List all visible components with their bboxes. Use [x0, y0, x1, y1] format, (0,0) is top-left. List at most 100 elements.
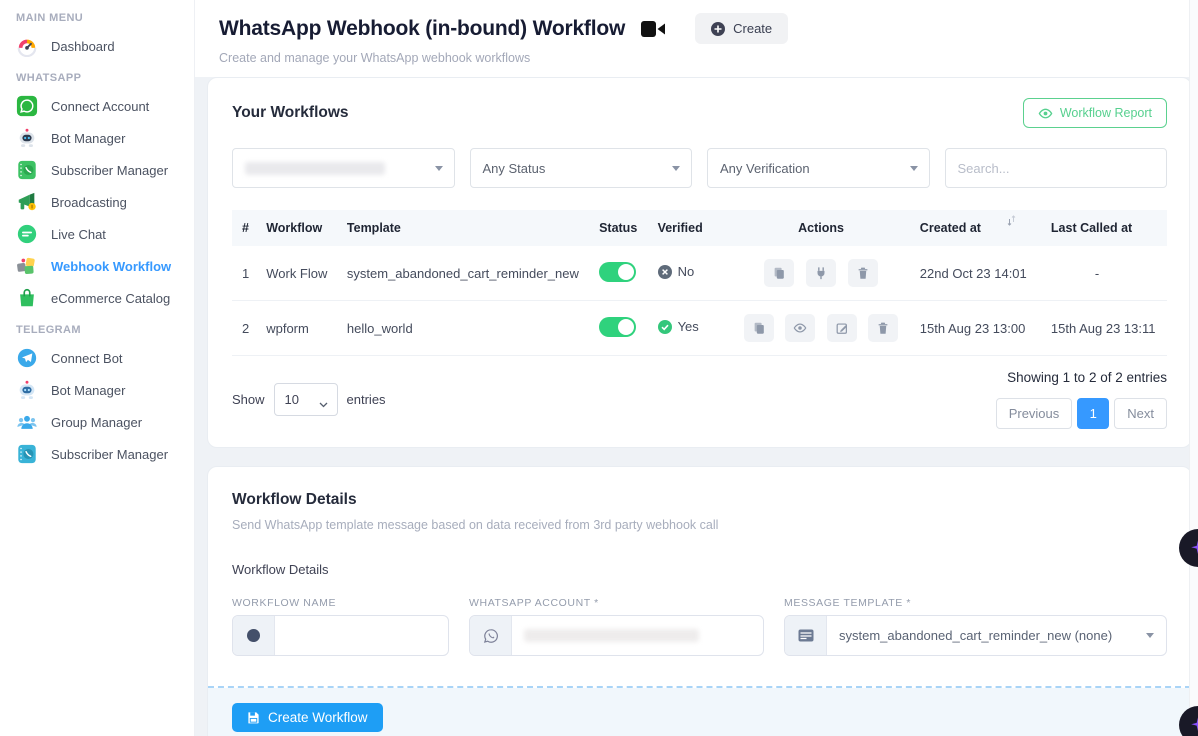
whatsapp-account-select[interactable]: [469, 615, 764, 656]
sidebar-item-bot-manager-tg[interactable]: Bot Manager: [0, 374, 194, 406]
entries-summary: Showing 1 to 2 of 2 entries: [1007, 370, 1167, 385]
create-workflow-button[interactable]: Create Workflow: [232, 703, 383, 732]
verified-text: Yes: [678, 319, 699, 334]
sidebar-item-label: eCommerce Catalog: [51, 291, 170, 306]
message-template-select[interactable]: system_abandoned_cart_reminder_new (none…: [784, 615, 1167, 656]
dashboard-icon: [16, 35, 38, 57]
status-toggle[interactable]: [599, 317, 636, 337]
account-filter-select[interactable]: [232, 148, 455, 188]
delete-action-button[interactable]: [868, 314, 898, 342]
sidebar-item-dashboard[interactable]: Dashboard: [0, 30, 194, 62]
copy-action-button[interactable]: [744, 314, 774, 342]
telegram-icon: [16, 347, 38, 369]
contact-book-icon: [16, 159, 38, 181]
col-header-num: #: [232, 210, 258, 246]
plus-circle-icon: [711, 22, 725, 36]
previous-page-button[interactable]: Previous: [996, 398, 1073, 429]
create-button[interactable]: Create: [695, 13, 788, 44]
copy-action-button[interactable]: [764, 259, 794, 287]
sidebar-section-telegram: TELEGRAM: [0, 314, 194, 342]
sidebar-item-bot-manager-wa[interactable]: Bot Manager: [0, 122, 194, 154]
sort-icon[interactable]: [1007, 215, 1016, 229]
whatsapp-account-label: WHATSAPP ACCOUNT *: [469, 597, 764, 609]
verified-text: No: [678, 264, 695, 279]
col-header-verified: Verified: [650, 210, 731, 246]
search-input[interactable]: [946, 149, 1167, 187]
megaphone-icon: [16, 191, 38, 213]
your-workflows-card: Your Workflows Workflow Report Any Statu…: [207, 77, 1192, 448]
sidebar-item-subscriber-manager-wa[interactable]: Subscriber Manager: [0, 154, 194, 186]
row-workflow-name: wpform: [258, 301, 339, 356]
video-tutorial-icon[interactable]: [641, 19, 667, 39]
sidebar-item-label: Webhook Workflow: [51, 259, 171, 274]
entries-label: entries: [347, 392, 386, 407]
page-title: WhatsApp Webhook (in-bound) Workflow: [219, 17, 625, 41]
sidebar-item-label: Broadcasting: [51, 195, 127, 210]
sidebar-item-label: Subscriber Manager: [51, 447, 168, 462]
sidebar-item-label: Connect Bot: [51, 351, 123, 366]
workflow-name-label: WORKFLOW NAME: [232, 597, 449, 609]
page-1-button[interactable]: 1: [1077, 398, 1109, 429]
edit-action-button[interactable]: [827, 314, 857, 342]
page-header: WhatsApp Webhook (in-bound) Workflow Cre…: [195, 0, 1198, 77]
chevron-down-icon: [319, 396, 328, 411]
col-header-template: Template: [339, 210, 591, 246]
delete-action-button[interactable]: [848, 259, 878, 287]
row-template: hello_world: [339, 301, 591, 356]
sidebar-item-ecommerce-catalog[interactable]: eCommerce Catalog: [0, 282, 194, 314]
plug-action-button[interactable]: [806, 259, 836, 287]
message-template-label: MESSAGE TEMPLATE *: [784, 597, 1167, 609]
robot-icon: [16, 379, 38, 401]
status-toggle[interactable]: [599, 262, 636, 282]
workflow-icon: [16, 255, 38, 277]
next-page-button[interactable]: Next: [1114, 398, 1167, 429]
redacted-account-value: [245, 162, 385, 175]
chevron-down-icon: [672, 166, 680, 171]
row-template: system_abandoned_cart_reminder_new: [339, 246, 591, 301]
verification-filter-value: Any Verification: [720, 161, 810, 176]
page-size-select[interactable]: 10: [274, 383, 338, 416]
sidebar-item-label: Connect Account: [51, 99, 149, 114]
chevron-down-icon: [1146, 633, 1154, 638]
sidebar-item-label: Bot Manager: [51, 383, 125, 398]
verification-filter-select[interactable]: Any Verification: [707, 148, 930, 188]
eye-icon: [1038, 106, 1053, 121]
sidebar-item-label: Group Manager: [51, 415, 142, 430]
sidebar-item-subscriber-manager-tg[interactable]: Subscriber Manager: [0, 438, 194, 470]
message-template-value: system_abandoned_cart_reminder_new (none…: [839, 628, 1112, 643]
details-card-title: Workflow Details: [232, 491, 1167, 509]
search-box: [945, 148, 1168, 188]
status-filter-select[interactable]: Any Status: [470, 148, 693, 188]
col-header-created-at[interactable]: Created at: [912, 210, 1043, 246]
chevron-down-icon: [435, 166, 443, 171]
sidebar-item-live-chat[interactable]: Live Chat: [0, 218, 194, 250]
col-header-actions: Actions: [730, 210, 912, 246]
content: Your Workflows Workflow Report Any Statu…: [195, 77, 1198, 736]
workflows-table: # Workflow Template Status Verified Acti…: [232, 210, 1167, 356]
sidebar-item-connect-bot[interactable]: Connect Bot: [0, 342, 194, 374]
template-card-icon: [785, 616, 827, 655]
chevron-down-icon: [910, 166, 918, 171]
table-row: 2 wpform hello_world Yes: [232, 301, 1167, 356]
whatsapp-icon: [16, 95, 38, 117]
sidebar-item-group-manager[interactable]: Group Manager: [0, 406, 194, 438]
sidebar-item-webhook-workflow[interactable]: Webhook Workflow: [0, 250, 194, 282]
row-last-called-at: -: [1043, 246, 1167, 301]
sidebar: MAIN MENU Dashboard WHATSAPP Connect Acc…: [0, 0, 195, 736]
scrollbar[interactable]: [1189, 0, 1198, 736]
sidebar-item-broadcasting[interactable]: Broadcasting: [0, 186, 194, 218]
sidebar-section-whatsapp: WHATSAPP: [0, 62, 194, 90]
people-icon: [16, 411, 38, 433]
view-action-button[interactable]: [785, 314, 815, 342]
page-subtitle: Create and manage your WhatsApp webhook …: [219, 51, 1174, 65]
workflow-details-card: Workflow Details Send WhatsApp template …: [207, 466, 1192, 736]
main-area: WhatsApp Webhook (in-bound) Workflow Cre…: [195, 0, 1198, 736]
row-created-at: 22nd Oct 23 14:01: [912, 246, 1043, 301]
workflow-report-button[interactable]: Workflow Report: [1023, 98, 1167, 128]
page-size-value: 10: [285, 392, 299, 407]
workflow-name-input[interactable]: [287, 628, 436, 643]
whatsapp-account-field-group: WHATSAPP ACCOUNT *: [469, 597, 764, 656]
shopping-bag-icon: [16, 287, 38, 309]
sidebar-item-connect-account[interactable]: Connect Account: [0, 90, 194, 122]
col-header-last-called: Last Called at: [1043, 210, 1167, 246]
